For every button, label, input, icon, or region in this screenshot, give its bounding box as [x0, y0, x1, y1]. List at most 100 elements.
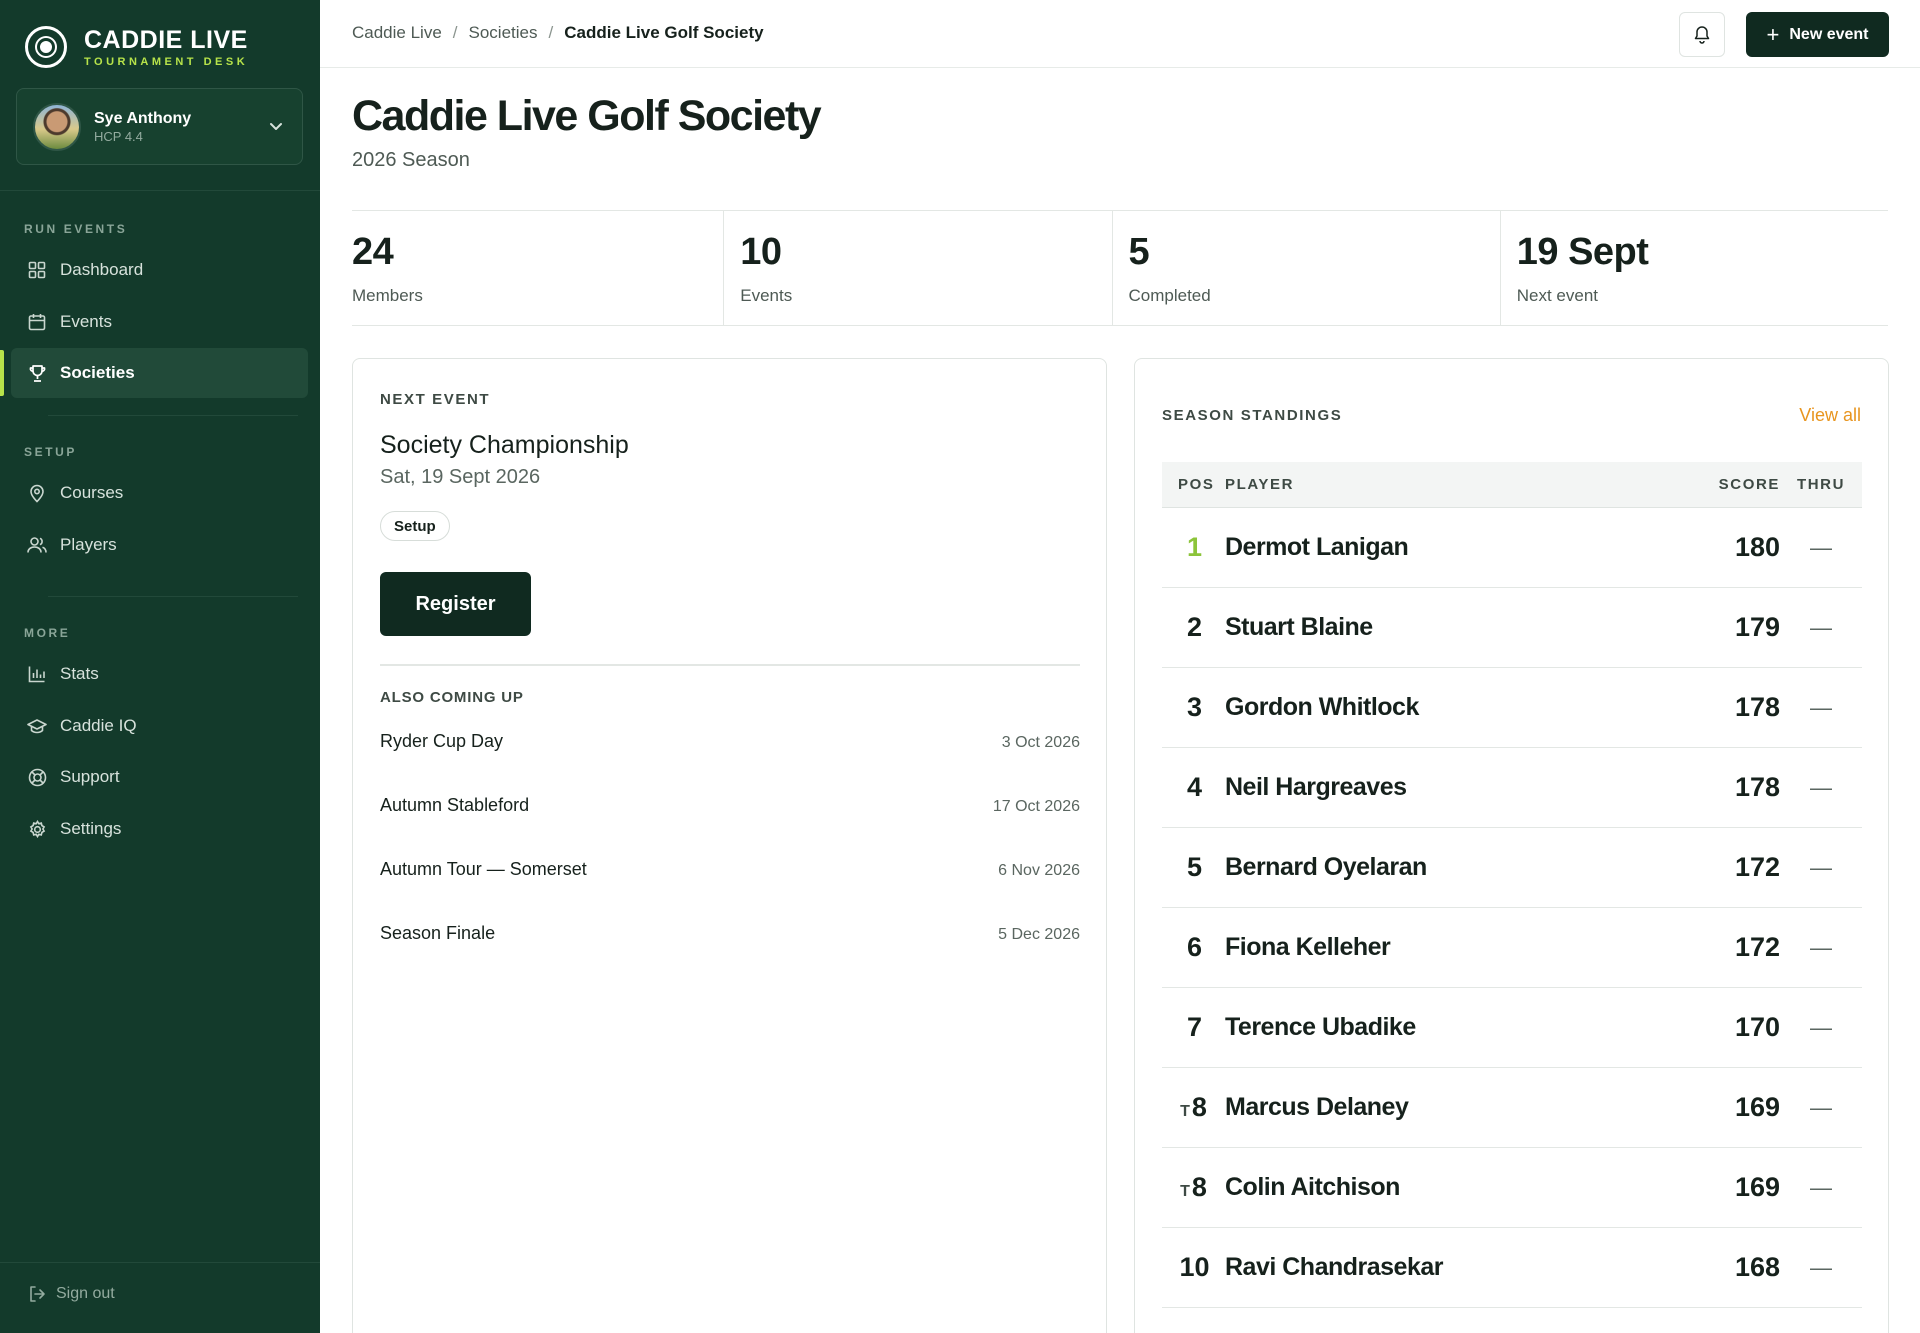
trophy-icon: [26, 362, 48, 384]
player-name: Ravi Chandrasekar: [1225, 1253, 1444, 1281]
sidebar-divider: [48, 596, 298, 597]
sidebar-item-support[interactable]: Support: [11, 752, 308, 802]
calendar-icon: [26, 311, 48, 333]
golf-ball-icon: [25, 26, 67, 68]
sidebar-item-settings[interactable]: Settings: [11, 804, 308, 854]
sidebar-item-label: Caddie IQ: [60, 716, 137, 735]
position-value: 1: [1186, 532, 1203, 562]
stat-members: 24 Members: [352, 211, 723, 325]
page-title: Caddie Live Golf Society: [352, 92, 822, 140]
list-item[interactable]: Season Finale 5 Dec 2026: [380, 919, 1080, 983]
tie-marker: T: [1180, 1183, 1190, 1200]
sidebar-item-events[interactable]: Events: [11, 297, 308, 347]
active-indicator: [0, 350, 4, 396]
sign-out-button[interactable]: Sign out: [28, 1285, 115, 1303]
column-header-thru[interactable]: THRU: [1780, 476, 1862, 493]
column-header-score[interactable]: SCORE: [1700, 476, 1780, 493]
page-subtitle: 2026 Season: [352, 149, 470, 171]
upcoming-event-name: Autumn Stableford: [380, 795, 530, 815]
breadcrumb-home-link[interactable]: Caddie Live: [352, 23, 442, 43]
table-row[interactable]: 7 Terence Ubadike 170 —: [1162, 988, 1862, 1068]
stat-next-event: 19 Sept Next event: [1499, 211, 1888, 325]
plus-icon: +: [1766, 21, 1780, 47]
upcoming-event-name: Ryder Cup Day: [380, 731, 504, 751]
stat-value: 19 Sept: [1516, 231, 1649, 273]
table-row[interactable]: 2 Stuart Blaine 179 —: [1162, 588, 1862, 668]
register-button[interactable]: Register: [380, 572, 531, 636]
section-label-setup: SETUP: [24, 445, 78, 459]
table-row[interactable]: 10 Ravi Chandrasekar 168 —: [1162, 1228, 1862, 1308]
score-value: 178: [1734, 692, 1780, 722]
new-event-button[interactable]: + New event: [1746, 12, 1889, 57]
thru-value: —: [1810, 1014, 1832, 1040]
list-item[interactable]: Autumn Tour — Somerset 6 Nov 2026: [380, 855, 1080, 919]
position-cell: 7: [1162, 1012, 1225, 1043]
brand-logo[interactable]: CADDIE LIVE TOURNAMENT DESK: [25, 26, 248, 68]
stat-value: 24: [352, 231, 394, 273]
player-name: Terence Ubadike: [1225, 1013, 1416, 1041]
thru-value: —: [1810, 694, 1832, 720]
user-name: Sye Anthony: [94, 109, 192, 127]
sidebar-item-label: Courses: [60, 483, 124, 502]
thru-value: —: [1810, 934, 1832, 960]
table-row[interactable]: 3 Gordon Whitlock 178 —: [1162, 668, 1862, 748]
sidebar-item-caddie-iq[interactable]: Caddie IQ: [11, 701, 308, 751]
sidebar-item-players[interactable]: Players: [11, 520, 308, 570]
score-value: 169: [1734, 1172, 1780, 1202]
upcoming-event-date: 5 Dec 2026: [998, 926, 1080, 943]
position-value: 5: [1186, 852, 1203, 882]
season-standings-card: SEASON STANDINGS View all POS PLAYER SCO…: [1134, 358, 1889, 1333]
list-item[interactable]: Autumn Stableford 17 Oct 2026: [380, 791, 1080, 855]
list-item[interactable]: Ryder Cup Day 3 Oct 2026: [380, 727, 1080, 791]
column-header-player[interactable]: PLAYER: [1225, 476, 1700, 493]
table-row[interactable]: 5 Bernard Oyelaran 172 —: [1162, 828, 1862, 908]
sidebar-divider: [0, 1262, 320, 1263]
users-icon: [26, 534, 48, 556]
also-coming-up-heading: ALSO COMING UP: [380, 689, 524, 706]
player-name: Dermot Lanigan: [1225, 533, 1409, 561]
stat-label: Members: [352, 286, 423, 305]
table-header: POS PLAYER SCORE THRU: [1162, 462, 1862, 508]
card-divider: [380, 664, 1080, 666]
sidebar-item-dashboard[interactable]: Dashboard: [11, 245, 308, 295]
breadcrumb-societies-link[interactable]: Societies: [469, 23, 538, 43]
lifebuoy-icon: [26, 766, 48, 788]
player-name: Fiona Kelleher: [1225, 933, 1391, 961]
thru-value: —: [1810, 774, 1832, 800]
thru-value: —: [1810, 1254, 1832, 1280]
stat-value: 10: [740, 231, 782, 273]
upcoming-event-date: 17 Oct 2026: [992, 798, 1080, 815]
table-row[interactable]: T8 Marcus Delaney 169 —: [1162, 1068, 1862, 1148]
notifications-button[interactable]: [1679, 12, 1725, 57]
table-row[interactable]: 4 Neil Hargreaves 178 —: [1162, 748, 1862, 828]
table-row[interactable]: 1 Dermot Lanigan 180 —: [1162, 508, 1862, 588]
player-name: Marcus Delaney: [1225, 1093, 1409, 1121]
graduation-cap-icon: [26, 715, 48, 737]
position-value: 8: [1191, 1172, 1207, 1202]
view-all-link[interactable]: View all: [1799, 405, 1861, 426]
stats-bar: 24 Members 10 Events 5 Completed 19 Sept…: [352, 210, 1888, 326]
stat-value: 5: [1128, 231, 1150, 273]
next-event-date: Sat, 19 Sept 2026: [380, 466, 541, 488]
column-header-pos[interactable]: POS: [1162, 476, 1225, 493]
sidebar-item-societies[interactable]: Societies: [11, 348, 308, 398]
sidebar-item-label: Dashboard: [60, 260, 144, 279]
section-label-more: MORE: [24, 626, 71, 640]
next-event-name[interactable]: Society Championship: [380, 431, 629, 460]
sidebar: CADDIE LIVE TOURNAMENT DESK Sye Anthony …: [0, 0, 320, 1333]
position-value: 2: [1186, 612, 1203, 642]
sidebar-item-stats[interactable]: Stats: [11, 649, 308, 699]
breadcrumb-separator: /: [548, 23, 554, 42]
chevron-down-icon: [266, 117, 286, 137]
sidebar-item-courses[interactable]: Courses: [11, 468, 308, 518]
map-pin-icon: [26, 482, 48, 504]
player-name: Stuart Blaine: [1225, 613, 1373, 641]
topbar: Caddie Live / Societies / Caddie Live Go…: [320, 0, 1920, 68]
stat-label: Events: [740, 286, 793, 305]
table-row[interactable]: T8 Colin Aitchison 169 —: [1162, 1148, 1862, 1228]
upcoming-event-name: Season Finale: [380, 923, 496, 943]
score-value: 169: [1734, 1092, 1780, 1122]
user-switcher[interactable]: Sye Anthony HCP 4.4: [16, 88, 303, 165]
stat-label: Completed: [1128, 286, 1211, 305]
table-row[interactable]: 6 Fiona Kelleher 172 —: [1162, 908, 1862, 988]
